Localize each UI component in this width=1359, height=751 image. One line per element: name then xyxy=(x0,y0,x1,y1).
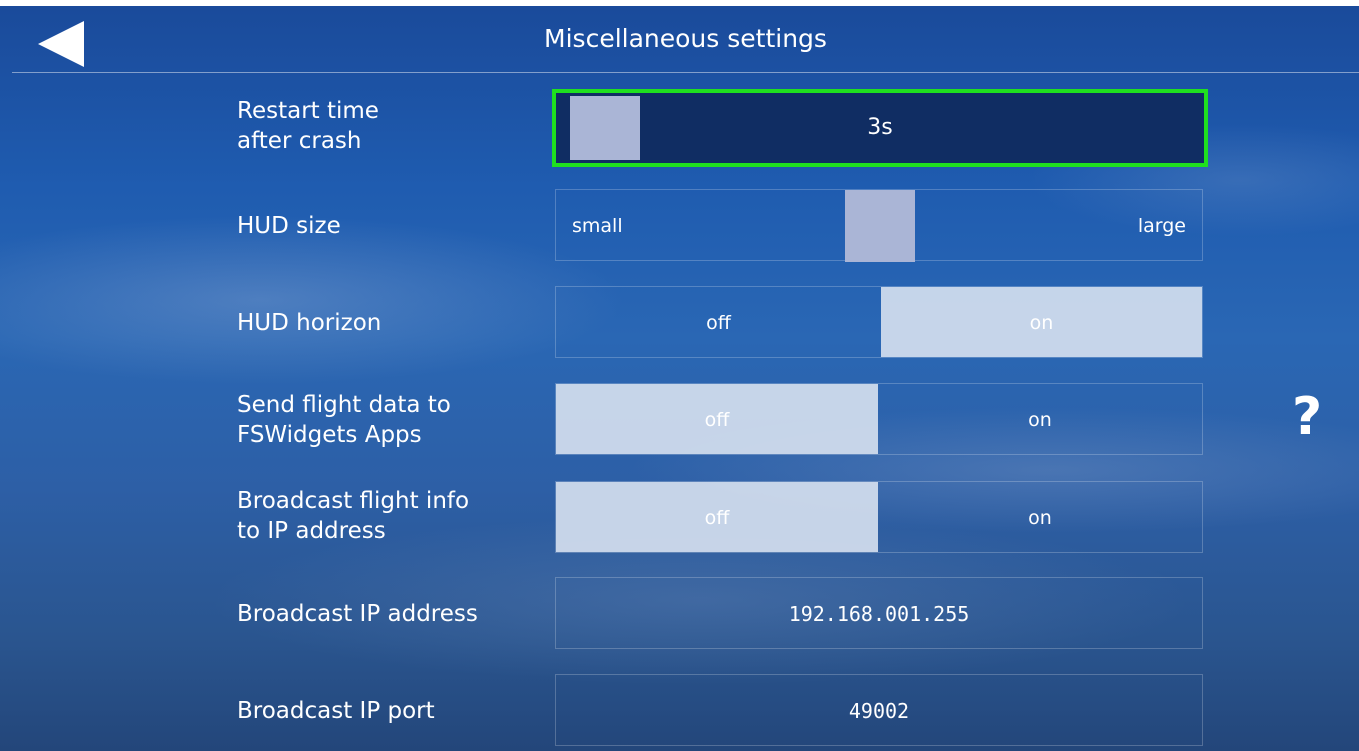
send-flight-data-off-option[interactable]: off xyxy=(556,384,878,454)
broadcast-flight-info-off-option[interactable]: off xyxy=(556,482,878,552)
broadcast-port-label: Broadcast IP port xyxy=(237,698,435,724)
hud-size-label: HUD size xyxy=(237,213,341,239)
restart-time-label-line2: after crash xyxy=(237,128,362,154)
send-flight-data-label-line2: FSWidgets Apps xyxy=(237,422,422,448)
broadcast-ip-field[interactable]: 192.168.001.255 xyxy=(555,577,1203,649)
hud-size-handle[interactable] xyxy=(845,190,915,262)
broadcast-ip-label: Broadcast IP address xyxy=(237,601,478,627)
hud-size-slider[interactable]: small large xyxy=(555,189,1203,262)
help-icon[interactable]: ? xyxy=(1292,382,1322,452)
broadcast-flight-info-toggle[interactable]: off on xyxy=(555,481,1203,553)
broadcast-ip-value: 192.168.001.255 xyxy=(788,602,970,626)
broadcast-port-value: 49002 xyxy=(848,699,910,723)
hud-size-max-label: large xyxy=(1137,215,1186,237)
page-title: Miscellaneous settings xyxy=(544,24,827,53)
broadcast-flight-info-label: Broadcast flight info to IP address xyxy=(237,486,469,546)
broadcast-flight-info-label-line1: Broadcast flight info xyxy=(237,488,470,514)
send-flight-data-label: Send flight data to FSWidgets Apps xyxy=(237,390,451,450)
hud-size-min-label: small xyxy=(572,215,623,237)
restart-time-label: Restart time after crash xyxy=(237,96,379,156)
broadcast-flight-info-on-option[interactable]: on xyxy=(878,482,1202,552)
hud-horizon-on-option[interactable]: on xyxy=(881,287,1202,357)
hud-horizon-label: HUD horizon xyxy=(237,310,382,336)
broadcast-flight-info-label-line2: to IP address xyxy=(237,518,386,544)
send-flight-data-toggle[interactable]: off on xyxy=(555,383,1203,455)
hud-horizon-toggle[interactable]: off on xyxy=(555,286,1203,358)
hud-horizon-off-option[interactable]: off xyxy=(556,287,881,357)
send-flight-data-label-line1: Send flight data to xyxy=(237,392,451,418)
broadcast-port-field[interactable]: 49002 xyxy=(555,674,1203,746)
restart-time-value: 3s xyxy=(867,115,893,140)
restart-time-stepper[interactable]: 3s xyxy=(552,89,1208,167)
send-flight-data-on-option[interactable]: on xyxy=(878,384,1202,454)
restart-time-label-line1: Restart time xyxy=(237,98,379,124)
header-bar: Miscellaneous settings xyxy=(12,6,1359,73)
